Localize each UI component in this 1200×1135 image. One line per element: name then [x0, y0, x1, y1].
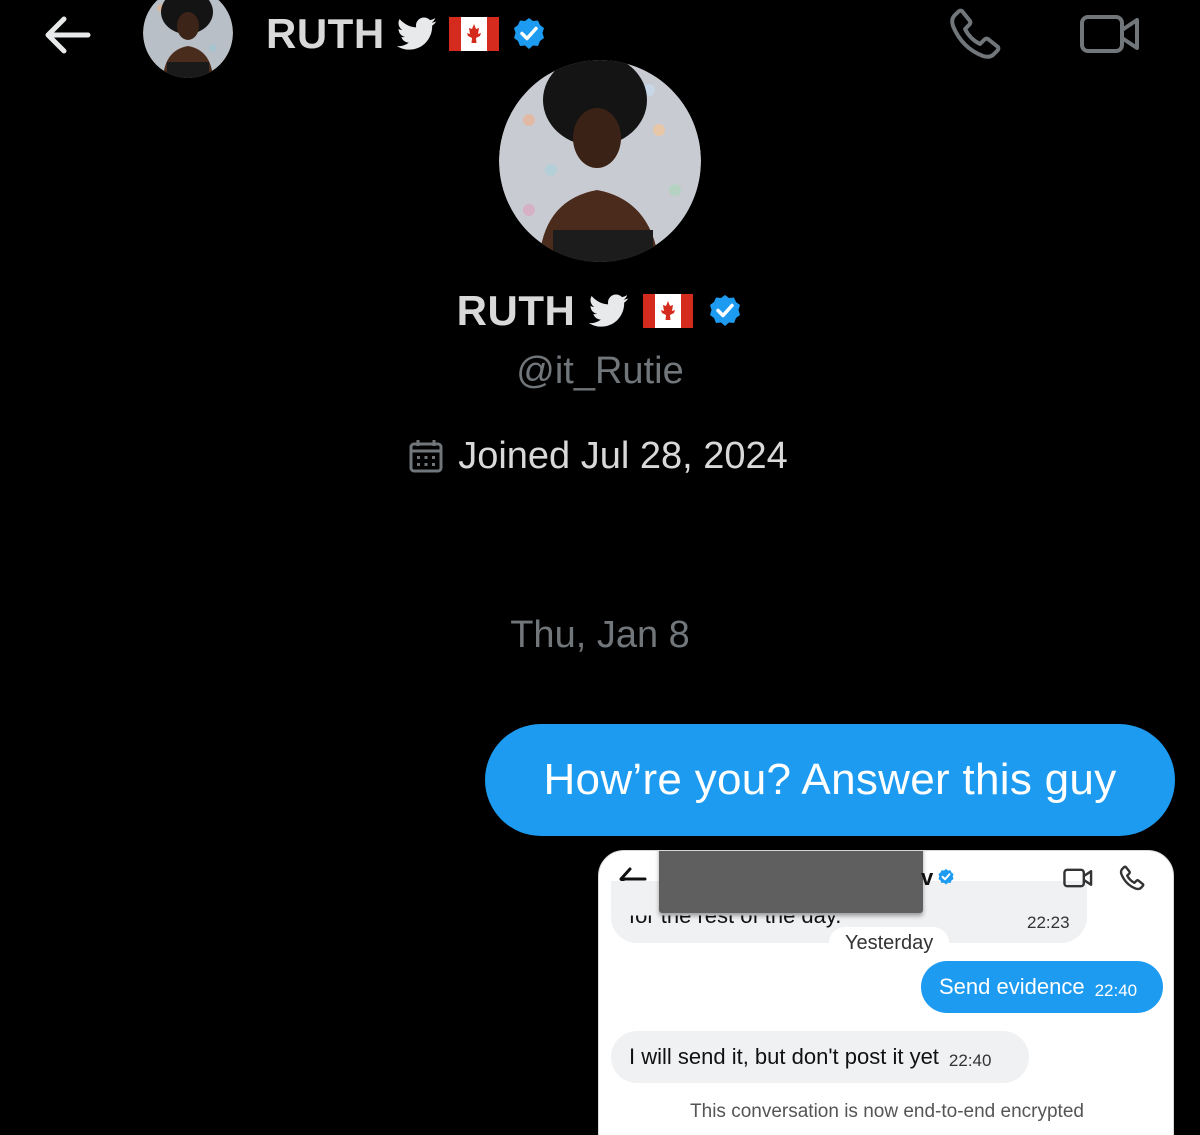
profile-name-row: RUTH	[0, 284, 1200, 338]
phone-icon	[948, 7, 1002, 61]
embedded-day-separator: Yesterday	[829, 927, 950, 959]
twitter-bird-icon	[589, 294, 629, 328]
video-camera-icon	[1063, 867, 1093, 889]
twitter-bird-icon	[396, 17, 437, 51]
canada-flag-icon	[448, 17, 499, 51]
back-button[interactable]	[38, 10, 96, 60]
video-camera-icon	[1079, 12, 1141, 56]
embedded-name-fragment: v	[921, 865, 934, 890]
sent-message-bubble[interactable]: How’re you? Answer this guy	[485, 724, 1175, 836]
arrow-left-icon	[42, 15, 92, 55]
date-separator: Thu, Jan 8	[510, 614, 690, 656]
profile-avatar[interactable]	[499, 60, 701, 262]
joined-date: Joined Jul 28, 2024	[0, 430, 1200, 482]
header-name: RUTH	[266, 10, 385, 57]
embedded-received-bubble: I will send it, but don't post it yet 22…	[611, 1031, 1029, 1083]
phone-icon	[1119, 865, 1145, 891]
verified-badge-icon	[511, 16, 547, 52]
encryption-notice: This conversation is now end-to-end encr…	[690, 1101, 1084, 1122]
embedded-sent-time: 22:40	[1094, 981, 1138, 1000]
embedded-sent-text: Send evidence	[939, 974, 1085, 999]
embedded-sent-bubble: Send evidence 22:40	[921, 961, 1163, 1013]
redaction-box	[659, 851, 923, 913]
header-title[interactable]: RUTH	[266, 8, 547, 60]
joined-text: Joined Jul 28, 2024	[458, 434, 788, 477]
verified-badge-icon	[937, 868, 955, 886]
header-avatar[interactable]	[143, 0, 233, 78]
embedded-received-text: I will send it, but don't post it yet	[629, 1044, 939, 1069]
calendar-icon	[408, 438, 444, 474]
embedded-previous-time: 22:23	[1027, 913, 1070, 932]
embedded-screenshot[interactable]: for the rest of the day. 22:23 v Yesterd…	[598, 850, 1174, 1135]
video-call-button[interactable]	[1076, 8, 1144, 60]
embedded-received-time: 22:40	[948, 1051, 992, 1070]
verified-badge-icon	[707, 293, 743, 329]
canada-flag-icon	[643, 294, 694, 328]
voice-call-button[interactable]	[944, 5, 1006, 63]
sent-message-text: How’re you? Answer this guy	[543, 755, 1117, 804]
profile-handle[interactable]: @it_Rutie	[0, 350, 1200, 393]
profile-name: RUTH	[456, 287, 576, 334]
